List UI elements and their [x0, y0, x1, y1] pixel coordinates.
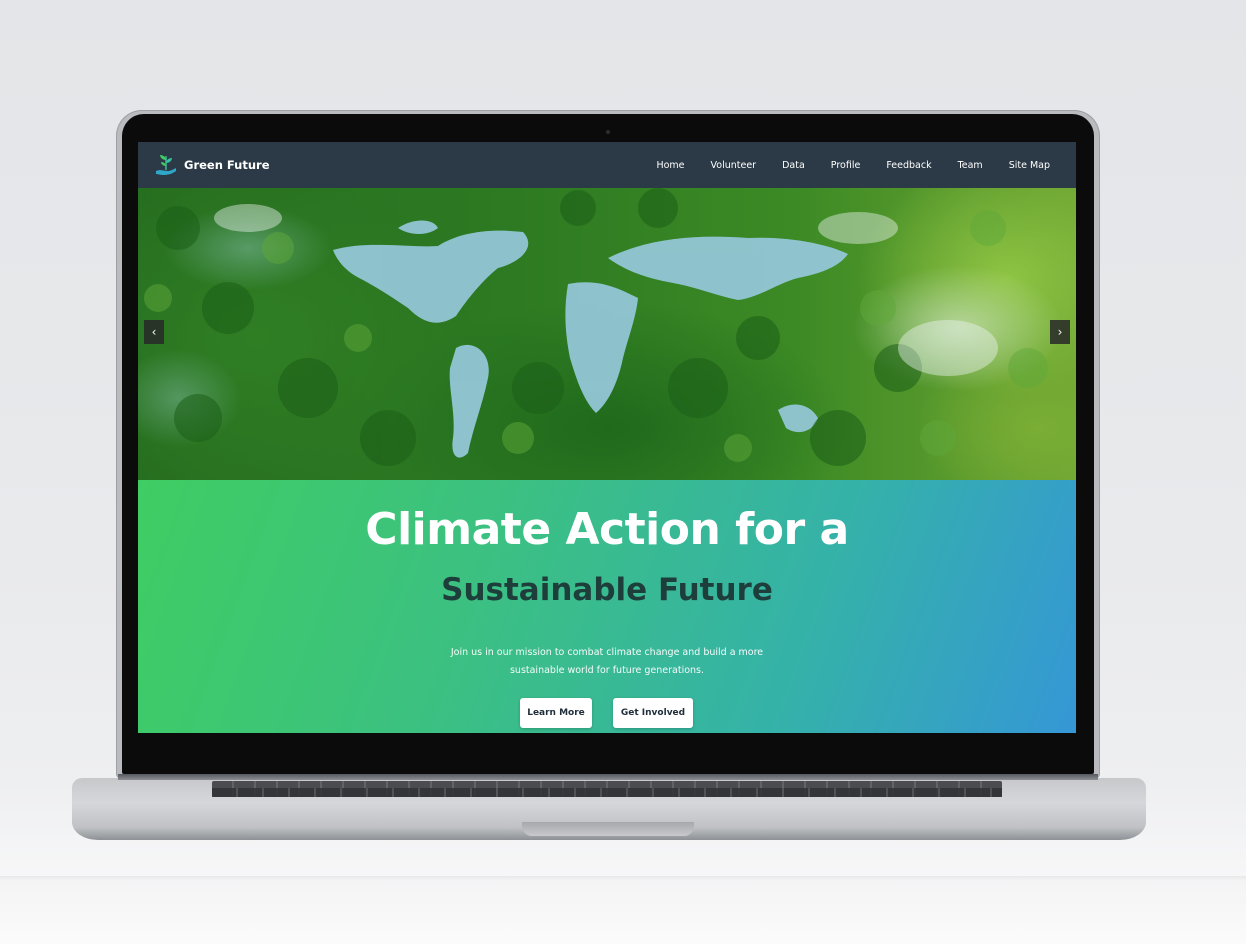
hero-title-secondary: Sustainable Future [441, 572, 773, 608]
nav-item-volunteer[interactable]: Volunteer [711, 160, 757, 171]
camera-icon [606, 130, 610, 134]
hero-carousel-image: ‹ › [138, 188, 1076, 480]
laptop-opening-notch [522, 822, 694, 836]
brand-logo[interactable]: Green Future [154, 152, 270, 178]
get-involved-button[interactable]: Get Involved [613, 698, 693, 728]
carousel-prev-button[interactable]: ‹ [144, 320, 164, 344]
world-map-lake-graphic [144, 188, 1048, 466]
nav-item-data[interactable]: Data [782, 160, 805, 171]
keyboard-row [212, 788, 1002, 797]
laptop-screen: Green Future Home Volunteer Data Profile… [138, 142, 1076, 733]
hero-section: Climate Action for a Sustainable Future … [138, 480, 1076, 733]
hand-with-sprout-icon [156, 155, 176, 175]
carousel-next-button[interactable]: › [1050, 320, 1070, 344]
brand-name: Green Future [184, 158, 270, 172]
desk-surface [0, 880, 1246, 944]
nav-item-feedback[interactable]: Feedback [886, 160, 931, 171]
hero-subtitle-line-1: Join us in our mission to combat climate… [450, 647, 764, 658]
hero-subtitle-line-2: sustainable world for future generations… [509, 665, 705, 676]
nav-item-site-map[interactable]: Site Map [1009, 160, 1050, 171]
navbar: Green Future Home Volunteer Data Profile… [138, 142, 1076, 188]
hero-subtitle: Join us in our mission to combat climate… [138, 644, 1076, 680]
nav-item-team[interactable]: Team [958, 160, 983, 171]
hero-title: Climate Action for a [365, 504, 849, 555]
nav-item-profile[interactable]: Profile [831, 160, 861, 171]
nav-menu: Home Volunteer Data Profile Feedback Tea… [656, 142, 1050, 188]
laptop-hinge [118, 774, 1098, 780]
nav-item-home[interactable]: Home [656, 160, 684, 171]
learn-more-button[interactable]: Learn More [520, 698, 592, 728]
